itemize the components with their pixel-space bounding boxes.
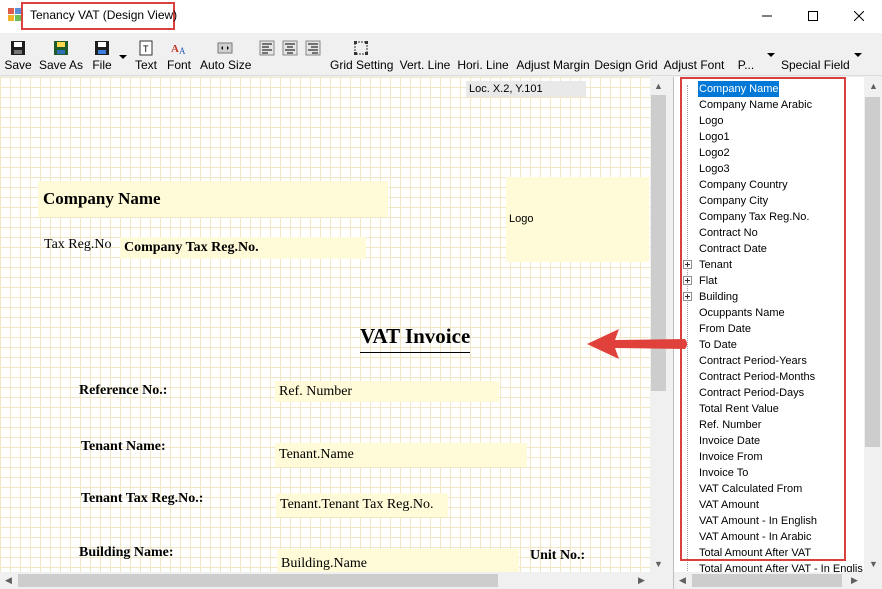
align-center-button[interactable]	[281, 33, 299, 76]
toolbar: Save Save As File T Text AA Font Auto Si…	[0, 33, 882, 76]
align-center-icon	[282, 40, 298, 56]
adjust-font-button[interactable]: Adjust Font	[662, 33, 726, 76]
font-icon: AA	[171, 43, 186, 56]
save-as-button[interactable]: Save As	[38, 33, 84, 76]
tree-item[interactable]: Total Amount After VAT - In Englis	[698, 561, 864, 572]
title-bar: Tenancy VAT (Design View)	[0, 0, 882, 33]
save-as-icon	[54, 41, 68, 55]
window-title: Tenancy VAT (Design View)	[30, 8, 178, 22]
scroll-left-icon[interactable]: ◀	[0, 572, 17, 589]
svg-text:T: T	[143, 44, 149, 54]
design-canvas[interactable]: Loc. X.2, Y.101 Company Name Logo Tax Re…	[0, 77, 667, 589]
svg-text:A: A	[179, 46, 186, 56]
tree-scroll-down-icon[interactable]: ▼	[865, 555, 882, 572]
tree-scroll-left-icon[interactable]: ◀	[674, 572, 691, 589]
align-left-button[interactable]	[258, 33, 276, 76]
app-icon	[8, 8, 21, 21]
font-button[interactable]: AA Font	[164, 33, 194, 76]
field-list-highlight-box	[680, 77, 846, 561]
tenant-tax-field[interactable]: Tenant.Tenant Tax Reg.No.	[276, 493, 448, 517]
tree-scroll-up-icon[interactable]: ▲	[865, 77, 882, 94]
special-field-dropdown-arrow-icon[interactable]	[854, 53, 862, 57]
scroll-up-icon[interactable]: ▲	[650, 77, 667, 94]
pointer-arrow-icon	[587, 329, 687, 359]
grid-setting-icon	[354, 41, 368, 55]
adjust-margin-button[interactable]: Adjust Margin	[516, 33, 590, 76]
auto-size-button[interactable]: Auto Size	[200, 33, 251, 76]
company-name-field[interactable]: Company Name	[38, 181, 388, 217]
tenant-name-field[interactable]: Tenant.Name	[275, 443, 527, 467]
tree-horizontal-scroll-thumb[interactable]	[692, 574, 842, 587]
text-icon: T	[139, 40, 153, 56]
tax-reg-label[interactable]: Tax Reg.No	[44, 237, 111, 253]
align-right-icon	[305, 40, 321, 56]
reference-label[interactable]: Reference No.:	[79, 383, 167, 399]
tenant-name-label[interactable]: Tenant Name:	[81, 439, 166, 455]
building-name-field[interactable]: Building.Name	[277, 549, 519, 572]
minimize-icon	[762, 15, 772, 16]
svg-text:A: A	[171, 43, 179, 55]
minimize-button[interactable]	[744, 0, 790, 31]
company-tax-reg-field[interactable]: Company Tax Reg.No.	[120, 237, 366, 259]
scroll-right-icon[interactable]: ▶	[633, 572, 650, 589]
scrollbar-corner	[650, 572, 667, 589]
reference-field[interactable]: Ref. Number	[275, 381, 499, 402]
close-button[interactable]	[836, 0, 882, 31]
p-button[interactable]: P...	[733, 33, 759, 76]
align-right-button[interactable]	[304, 33, 322, 76]
text-button[interactable]: T Text	[131, 33, 161, 76]
unit-no-label[interactable]: Unit No.:	[530, 548, 585, 564]
scroll-down-icon[interactable]: ▼	[650, 555, 667, 572]
invoice-title[interactable]: VAT Invoice	[360, 324, 471, 353]
location-readout: Loc. X.2, Y.101	[466, 81, 586, 97]
tree-vertical-scroll-thumb[interactable]	[865, 97, 880, 447]
tree-scroll-right-icon[interactable]: ▶	[846, 572, 863, 589]
save-button[interactable]: Save	[2, 33, 34, 76]
maximize-icon	[808, 10, 818, 21]
file-floppy-icon	[95, 41, 109, 55]
canvas-horizontal-scroll-thumb[interactable]	[18, 574, 498, 587]
design-grid-button[interactable]: Design Grid	[594, 33, 658, 76]
file-button[interactable]: File	[88, 33, 116, 76]
logo-field[interactable]: Logo	[506, 177, 649, 262]
floppy-disk-icon	[11, 41, 25, 55]
p-dropdown-arrow-icon[interactable]	[767, 53, 775, 57]
hori-line-button[interactable]: Hori. Line	[456, 33, 510, 76]
building-name-label[interactable]: Building Name:	[79, 545, 174, 561]
maximize-button[interactable]	[790, 0, 836, 31]
auto-size-icon	[217, 42, 233, 54]
vert-line-button[interactable]: Vert. Line	[398, 33, 452, 76]
align-left-icon	[259, 40, 275, 56]
file-dropdown-arrow-icon[interactable]	[119, 55, 127, 59]
design-grid[interactable]: Loc. X.2, Y.101 Company Name Logo Tax Re…	[0, 77, 650, 572]
close-icon	[854, 10, 864, 21]
tenant-tax-label[interactable]: Tenant Tax Reg.No.:	[81, 491, 203, 507]
grid-setting-button[interactable]: Grid Setting	[330, 33, 393, 76]
special-field-button[interactable]: Special Field	[781, 33, 850, 76]
